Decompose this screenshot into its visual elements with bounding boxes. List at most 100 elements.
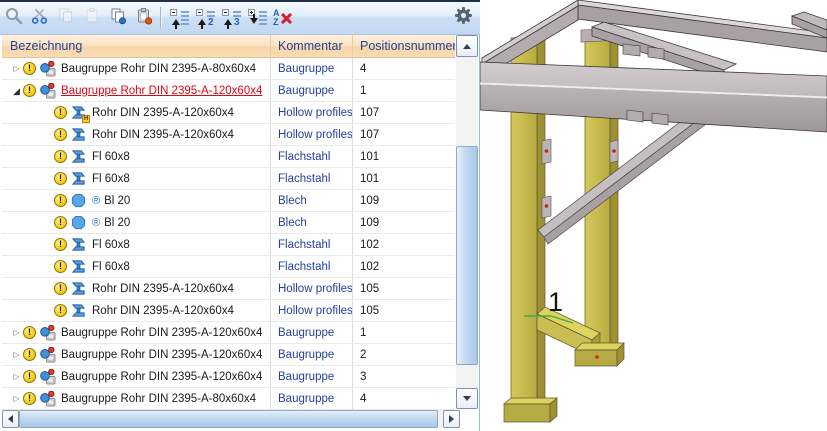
part-type-icon: [71, 259, 87, 275]
row-label: Bl 20: [104, 195, 130, 207]
table-row[interactable]: Fl 60x8 Flachstahl 102: [2, 234, 455, 256]
table-row[interactable]: ▷ Baugruppe Rohr DIN 2395-A-80x60x4 Baug…: [2, 58, 455, 80]
part-type-icon: [71, 127, 87, 143]
cell-position: 101: [352, 168, 455, 189]
cell-position: 1: [352, 322, 455, 343]
vertical-scrollbar-thumb[interactable]: [456, 146, 478, 365]
scroll-down-button[interactable]: [456, 388, 478, 409]
cell-designation: ® Bl 20: [2, 190, 270, 211]
parts-list-panel: 2 3 A Z: [0, 0, 480, 431]
collapse-level-1-button[interactable]: [167, 6, 191, 30]
cell-position: 2: [352, 344, 455, 365]
part-type-icon: [71, 215, 87, 231]
table-body: ▷ Baugruppe Rohr DIN 2395-A-80x60x4 Baug…: [2, 58, 455, 410]
tree-expander[interactable]: ▷: [10, 366, 23, 387]
warning-icon: [54, 128, 67, 141]
part-type-icon: [71, 171, 87, 187]
table-row[interactable]: Rohr DIN 2395-A-120x60x4 Hollow profiles…: [2, 300, 455, 322]
cell-designation: Fl 60x8: [2, 168, 270, 189]
row-label: Baugruppe Rohr DIN 2395-A-120x60x4: [61, 327, 262, 339]
table-row[interactable]: Fl 60x8 Flachstahl 102: [2, 256, 455, 278]
tree-expander[interactable]: ▷: [10, 58, 23, 79]
row-label: Rohr DIN 2395-A-120x60x4: [92, 305, 234, 317]
scroll-up-button[interactable]: [456, 35, 478, 57]
tree-expander[interactable]: ▷: [10, 322, 23, 343]
cell-designation: ▷ Baugruppe Rohr DIN 2395-A-80x60x4: [2, 58, 270, 79]
registered-icon: ®: [92, 195, 100, 207]
horizontal-scrollbar[interactable]: [2, 410, 460, 428]
registered-icon: ®: [92, 217, 100, 229]
steel-top-frame: [480, 0, 827, 132]
warning-icon: [54, 304, 67, 317]
copy-special-button[interactable]: [106, 6, 130, 30]
cell-designation: Rohr DIN 2395-A-120x60x4: [2, 278, 270, 299]
row-label: Bl 20: [104, 217, 130, 229]
cell-position: 105: [352, 278, 455, 299]
tree-expander[interactable]: ◢: [10, 80, 23, 101]
tree-expander[interactable]: ▷: [10, 388, 23, 409]
copy-icon: [57, 7, 75, 30]
cell-comment: Baugruppe: [270, 322, 352, 343]
table-row[interactable]: Rohr DIN 2395-A-120x60x4 Hollow profiles…: [2, 278, 455, 300]
viewport-3d[interactable]: 1: [480, 0, 827, 431]
table-row[interactable]: Fl 60x8 Flachstahl 101: [2, 146, 455, 168]
copy-button[interactable]: [54, 6, 78, 30]
cell-designation: Fl 60x8: [2, 146, 270, 167]
column-header-bezeichnung[interactable]: Bezeichnung: [2, 35, 270, 57]
table-row[interactable]: ▷ Baugruppe Rohr DIN 2395-A-120x60x4 Bau…: [2, 322, 455, 344]
tree-expander[interactable]: ▷: [10, 344, 23, 365]
collapse-level-2-icon: 2: [196, 9, 215, 28]
paste-button[interactable]: [80, 6, 104, 30]
row-label: Rohr DIN 2395-A-120x60x4: [92, 283, 234, 295]
table-row[interactable]: ® Bl 20 Blech 109: [2, 190, 455, 212]
cell-comment: Baugruppe: [270, 344, 352, 365]
cell-position: 109: [352, 190, 455, 211]
row-label: Rohr DIN 2395-A-120x60x4: [92, 107, 234, 119]
part-type-icon: [40, 391, 56, 407]
search-button[interactable]: [2, 6, 26, 30]
remove-sorting-icon: A Z: [273, 9, 293, 28]
warning-icon: [54, 260, 67, 273]
warning-icon: [54, 172, 67, 185]
cell-comment: Hollow profiles: [270, 278, 352, 299]
cell-position: 4: [352, 58, 455, 79]
paste-special-icon: [135, 7, 153, 30]
row-label: Baugruppe Rohr DIN 2395-A-80x60x4: [61, 63, 256, 75]
warning-icon: [54, 106, 67, 119]
collapse-level-2-button[interactable]: 2: [193, 6, 217, 30]
part-type-icon: [40, 369, 56, 385]
h-badge: H: [82, 115, 90, 123]
horizontal-scrollbar-thumb[interactable]: [19, 410, 438, 428]
table-row[interactable]: Fl 60x8 Flachstahl 101: [2, 168, 455, 190]
cell-designation: Rohr DIN 2395-A-120x60x4: [2, 300, 270, 321]
table-row[interactable]: Rohr DIN 2395-A-120x60x4 Hollow profiles…: [2, 124, 455, 146]
row-label: Baugruppe Rohr DIN 2395-A-80x60x4: [61, 393, 256, 405]
cell-comment: Flachstahl: [270, 234, 352, 255]
table-row[interactable]: ◢ Baugruppe Rohr DIN 2395-A-120x60x4 Bau…: [2, 80, 455, 102]
warning-icon: [54, 238, 67, 251]
collapse-level-3-button[interactable]: 3: [219, 6, 243, 30]
settings-button[interactable]: [451, 6, 475, 30]
paste-special-button[interactable]: [132, 6, 156, 30]
cell-designation: ® Bl 20: [2, 212, 270, 233]
table-row[interactable]: ▷ Baugruppe Rohr DIN 2395-A-80x60x4 Baug…: [2, 388, 455, 410]
column-header-kommentar[interactable]: Kommentar: [270, 35, 352, 57]
part-type-icon: [71, 193, 87, 209]
cell-position: 105: [352, 300, 455, 321]
cell-position: 107: [352, 102, 455, 123]
scroll-left-button[interactable]: [2, 410, 19, 428]
cell-position: 1: [352, 80, 455, 101]
warning-icon: [23, 348, 36, 361]
scroll-right-button[interactable]: [443, 410, 460, 428]
table-row[interactable]: ▷ Baugruppe Rohr DIN 2395-A-120x60x4 Bau…: [2, 344, 455, 366]
table-row[interactable]: H Rohr DIN 2395-A-120x60x4 Hollow profil…: [2, 102, 455, 124]
remove-sorting-button[interactable]: A Z: [271, 6, 295, 30]
vertical-scrollbar[interactable]: [456, 35, 478, 409]
table-row[interactable]: ▷ Baugruppe Rohr DIN 2395-A-120x60x4 Bau…: [2, 366, 455, 388]
cell-comment: Flachstahl: [270, 256, 352, 277]
column-header-positionsnummer[interactable]: Positionsnummer: [352, 35, 455, 57]
cut-button[interactable]: [28, 6, 52, 30]
cell-comment: Flachstahl: [270, 146, 352, 167]
expand-all-button[interactable]: [245, 6, 269, 30]
table-row[interactable]: ® Bl 20 Blech 109: [2, 212, 455, 234]
